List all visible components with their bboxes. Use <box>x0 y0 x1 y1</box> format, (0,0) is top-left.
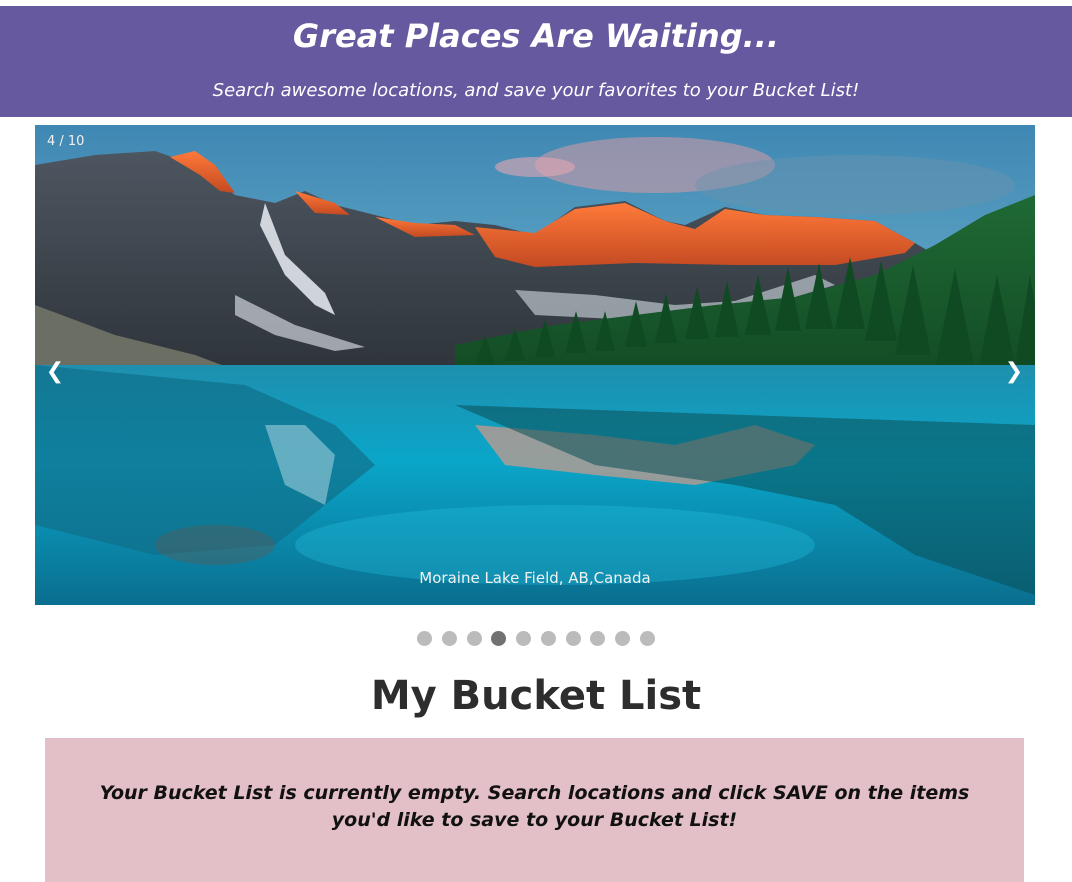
bucket-list-title: My Bucket List <box>370 673 702 719</box>
slide-indicators <box>0 631 1072 648</box>
slide-counter: 4 / 10 <box>47 134 85 149</box>
slide-dot-3[interactable] <box>466 631 482 646</box>
slide-dot-1[interactable] <box>416 631 432 646</box>
slide-dot-4[interactable] <box>491 631 507 646</box>
page-subtitle: Search awesome locations, and save your … <box>212 80 860 101</box>
slide-image <box>35 125 1035 605</box>
bucket-list-empty-message: Your Bucket List is currently empty. Sea… <box>99 782 970 831</box>
slide-dot-7[interactable] <box>565 631 581 646</box>
page-header: Great Places Are Waiting... Search aweso… <box>0 6 1072 117</box>
slide-dot-8[interactable] <box>590 631 606 646</box>
slide-dot-6[interactable] <box>540 631 556 646</box>
slide-dot-9[interactable] <box>615 631 631 646</box>
page-title: Great Places Are Waiting... <box>292 17 780 55</box>
slide-caption: Moraine Lake Field, AB,Canada <box>419 569 651 587</box>
chevron-right-icon[interactable]: ❯ <box>999 357 1029 387</box>
slide-dot-10[interactable] <box>640 631 656 646</box>
chevron-left-icon[interactable]: ❮ <box>40 357 70 387</box>
photo-slideshow: 4 / 10 Moraine Lake Field, AB,Canada ❮ ❯ <box>35 125 1035 605</box>
slide-dot-5[interactable] <box>516 631 532 646</box>
slide-dot-2[interactable] <box>441 631 457 646</box>
bucket-list-empty-panel: Your Bucket List is currently empty. Sea… <box>45 738 1024 882</box>
